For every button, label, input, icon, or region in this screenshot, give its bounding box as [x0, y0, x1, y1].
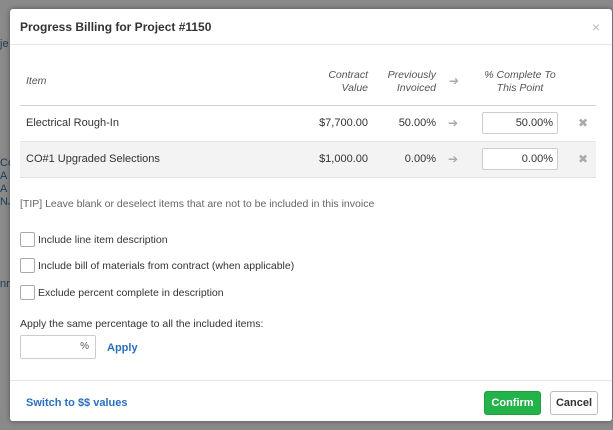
header-pct-line1: % Complete To [484, 68, 556, 81]
header-prev-line1: Previously [387, 68, 436, 81]
table-row: Electrical Rough-In $7,700.00 50.00% ➔ ✖ [20, 105, 596, 142]
percent-symbol: % [80, 341, 89, 352]
option-label: Include line item description [38, 233, 168, 246]
apply-link[interactable]: Apply [107, 342, 138, 354]
switch-to-dollar-values-link[interactable]: Switch to $$ values [26, 397, 127, 409]
tip-text: [TIP] Leave blank or deselect items that… [20, 198, 375, 210]
row-item-name: CO#1 Upgraded Selections [20, 141, 270, 178]
row-previously-invoiced: 0.00% [370, 141, 436, 178]
background-text: NJ [0, 196, 14, 208]
modal-title: Progress Billing for Project #1150 [20, 20, 212, 34]
background-text: Co [0, 157, 15, 169]
table-header-row: Item Contract Value Previously Invoiced … [20, 59, 596, 106]
option-exclude-percent-complete[interactable]: Exclude percent complete in description [20, 285, 224, 300]
background-text: nn [0, 278, 13, 290]
table-row: CO#1 Upgraded Selections $1,000.00 0.00%… [20, 141, 596, 178]
header-percent-complete: % Complete To This Point [470, 59, 570, 106]
percent-complete-input[interactable] [482, 148, 558, 170]
remove-row-icon[interactable]: ✖ [570, 105, 596, 142]
remove-row-icon[interactable]: ✖ [570, 141, 596, 178]
background-text: je [0, 38, 9, 50]
row-contract-value: $1,000.00 [270, 141, 370, 178]
row-previously-invoiced: 50.00% [370, 105, 436, 142]
header-previously-invoiced: Previously Invoiced [370, 59, 436, 106]
header-item: Item [20, 59, 270, 106]
row-contract-value: $7,700.00 [270, 105, 370, 142]
row-item-name: Electrical Rough-In [20, 105, 270, 142]
background-text: A [0, 183, 8, 195]
checkbox[interactable] [20, 285, 35, 300]
modal-header: Progress Billing for Project #1150 × [10, 9, 612, 45]
option-label: Exclude percent complete in description [38, 286, 224, 299]
option-include-bill-of-materials[interactable]: Include bill of materials from contract … [20, 258, 294, 273]
close-icon[interactable]: × [592, 19, 600, 35]
header-contract-value: Contract Value [270, 59, 370, 106]
arrow-right-icon: ➔ [436, 105, 470, 142]
apply-percentage-field: % [20, 335, 96, 359]
option-include-line-item-description[interactable]: Include line item description [20, 232, 168, 247]
apply-percentage-label: Apply the same percentage to all the inc… [20, 318, 264, 330]
header-prev-line2: Invoiced [396, 81, 436, 94]
header-contract-line2: Value [341, 81, 368, 94]
percent-complete-input[interactable] [482, 112, 558, 134]
row-percent-cell [470, 141, 570, 178]
confirm-button[interactable]: Confirm [484, 391, 541, 415]
cancel-button[interactable]: Cancel [550, 391, 598, 415]
header-arrow-icon: ➔ [436, 59, 470, 106]
modal-footer: Switch to $$ values Confirm Cancel [10, 380, 612, 421]
checkbox[interactable] [20, 258, 35, 273]
header-contract-line1: Contract [328, 68, 368, 81]
option-label: Include bill of materials from contract … [38, 259, 295, 272]
header-delete-col [570, 59, 596, 106]
background-text: A [0, 170, 8, 182]
row-percent-cell [470, 105, 570, 142]
arrow-right-icon: ➔ [436, 141, 470, 178]
header-pct-line2: This Point [496, 81, 544, 94]
progress-billing-modal: Progress Billing for Project #1150 × Ite… [10, 9, 612, 421]
apply-percentage-input[interactable] [21, 336, 79, 358]
checkbox[interactable] [20, 232, 35, 247]
billing-table: Item Contract Value Previously Invoiced … [20, 59, 596, 178]
